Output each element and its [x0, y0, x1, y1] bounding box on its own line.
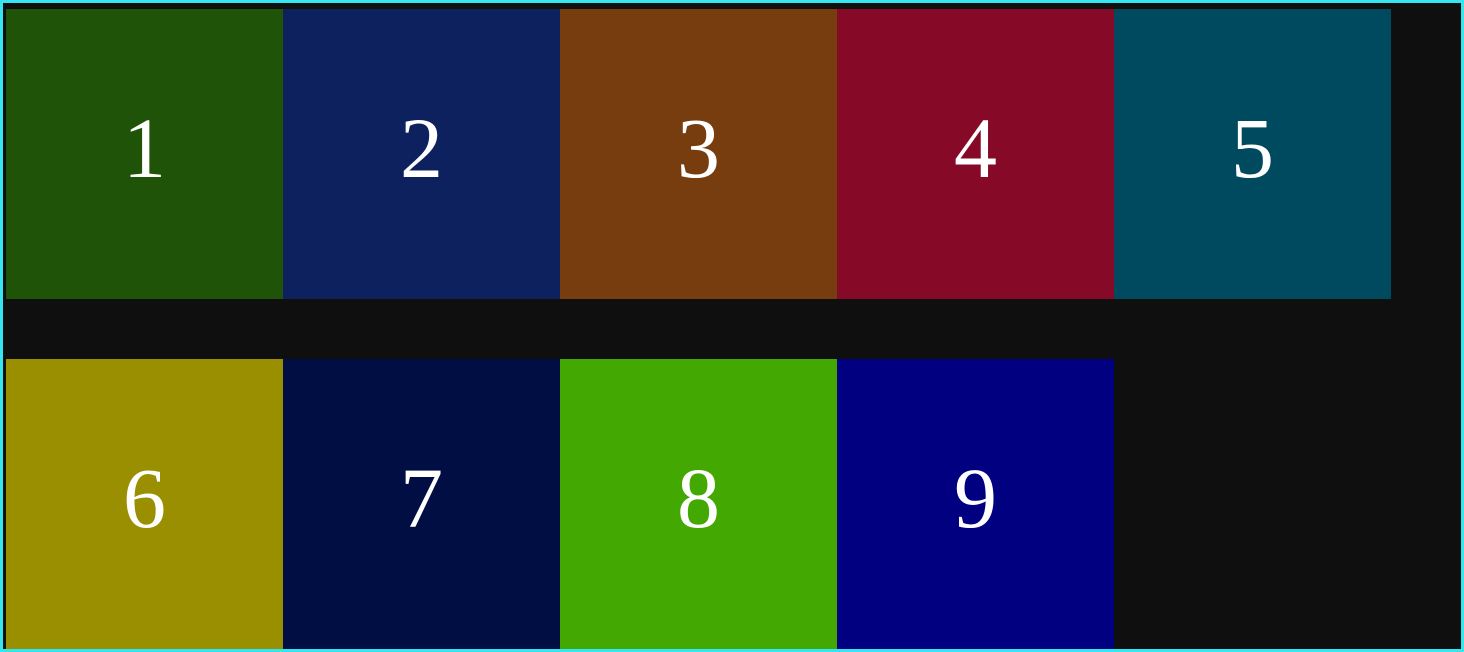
tile-7[interactable]: 7 [283, 359, 560, 649]
tile-5[interactable]: 5 [1114, 9, 1391, 299]
tile-6[interactable]: 6 [6, 359, 283, 649]
tile-label: 9 [954, 450, 997, 546]
tile-label: 7 [400, 450, 443, 546]
app-frame: 1 2 3 4 5 6 7 8 9 [0, 0, 1464, 652]
tile-9[interactable]: 9 [837, 359, 1114, 649]
tile-label: 5 [1231, 100, 1274, 196]
tile-2[interactable]: 2 [283, 9, 560, 299]
tile-4[interactable]: 4 [837, 9, 1114, 299]
tile-label: 1 [123, 100, 166, 196]
tile-label: 3 [677, 100, 720, 196]
tile-label: 8 [677, 450, 720, 546]
tile-grid: 1 2 3 4 5 6 7 8 9 [6, 9, 1392, 651]
tile-1[interactable]: 1 [6, 9, 283, 299]
tile-label: 2 [400, 100, 443, 196]
tile-3[interactable]: 3 [560, 9, 837, 299]
tile-8[interactable]: 8 [560, 359, 837, 649]
tile-label: 6 [123, 450, 166, 546]
tile-label: 4 [954, 100, 997, 196]
